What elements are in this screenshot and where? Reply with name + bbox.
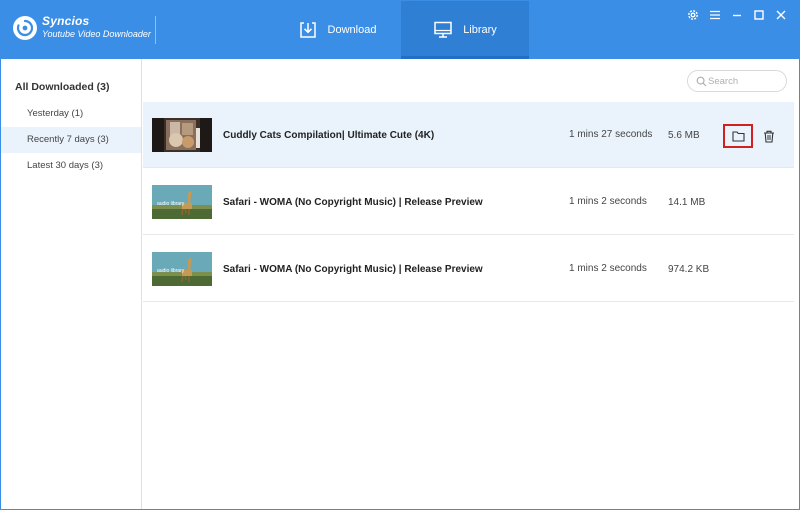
maximize-icon[interactable] <box>751 7 767 23</box>
video-size: 14.1 MB <box>668 196 706 208</box>
app-name: Syncios <box>42 14 90 28</box>
trash-icon <box>764 130 774 143</box>
title-bar: Syncios Youtube Video Downloader Downloa… <box>1 1 799 59</box>
video-title: Cuddly Cats Compilation| Ultimate Cute (… <box>223 129 435 141</box>
active-tab-indicator <box>401 56 529 59</box>
delete-button[interactable] <box>759 126 779 146</box>
video-row[interactable]: Cuddly Cats Compilation| Ultimate Cute (… <box>143 102 794 168</box>
video-title: Safari - WOMA (No Copyright Music) | Rel… <box>223 263 483 275</box>
video-row[interactable]: audio library Safari - WOMA (No Copyrigh… <box>143 169 794 235</box>
minimize-icon[interactable] <box>729 7 745 23</box>
sidebar-item-recently-7-days[interactable]: Recently 7 days (3) <box>1 127 141 153</box>
video-size: 5.6 MB <box>668 129 700 141</box>
menu-icon[interactable] <box>707 7 723 23</box>
thumbnail-text: audio library <box>157 268 185 274</box>
video-thumbnail <box>152 118 212 152</box>
brand: Syncios Youtube Video Downloader <box>42 14 151 39</box>
folder-icon <box>731 130 745 142</box>
search-box[interactable] <box>687 70 787 92</box>
video-duration: 1 mins 2 seconds <box>569 196 647 207</box>
tab-download[interactable]: Download <box>273 1 401 59</box>
close-icon[interactable] <box>773 7 789 23</box>
video-thumbnail: audio library <box>152 252 212 286</box>
tab-library-label: Library <box>463 24 497 36</box>
download-icon <box>299 22 316 38</box>
search-icon <box>696 76 707 87</box>
video-title: Safari - WOMA (No Copyright Music) | Rel… <box>223 196 483 208</box>
sidebar-item-yesterday[interactable]: Yesterday (1) <box>1 101 141 127</box>
video-duration: 1 mins 2 seconds <box>569 263 647 274</box>
video-duration: 1 mins 27 seconds <box>569 129 653 140</box>
video-row[interactable]: audio library Safari - WOMA (No Copyrigh… <box>143 236 794 302</box>
app-logo-icon <box>13 16 37 40</box>
sidebar-item-latest-30-days[interactable]: Latest 30 days (3) <box>1 153 141 179</box>
search-input[interactable] <box>708 73 780 89</box>
sidebar: All Downloaded (3) Yesterday (1) Recentl… <box>1 59 142 509</box>
tab-download-label: Download <box>327 24 377 36</box>
app-subtitle: Youtube Video Downloader <box>42 29 151 39</box>
video-size: 974.2 KB <box>668 263 710 275</box>
open-folder-button[interactable] <box>723 124 753 148</box>
monitor-icon <box>434 21 452 38</box>
sidebar-header-all-downloaded[interactable]: All Downloaded (3) <box>15 81 110 93</box>
tab-library[interactable]: Library <box>401 1 529 59</box>
brand-divider <box>155 16 156 44</box>
thumbnail-text: audio library <box>157 201 185 207</box>
gear-icon[interactable] <box>685 7 701 23</box>
window-controls <box>685 7 789 23</box>
app-window: Syncios Youtube Video Downloader Downloa… <box>0 0 800 510</box>
video-thumbnail: audio library <box>152 185 212 219</box>
